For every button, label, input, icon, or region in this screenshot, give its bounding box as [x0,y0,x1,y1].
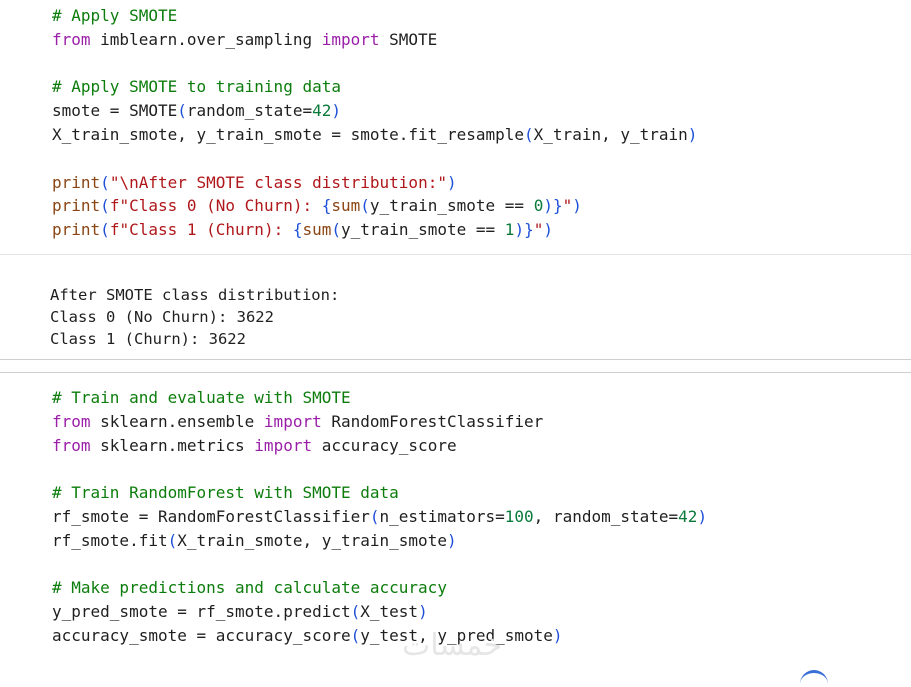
code-token: 0 [533,196,544,216]
code-token: y_pred_smote = rf_smote.predict [52,602,351,622]
code-token: y_train_smote == [341,220,505,240]
code-token: ) [446,530,457,550]
code-token: ( [331,220,342,240]
code-token: f"Class 0 (No Churn): [109,196,322,216]
code-token: RandomForestClassifier [321,411,544,431]
code-token: accuracy_score [312,435,457,455]
code-token: sum [331,196,361,216]
code-token: rf_smote.fit [52,530,168,550]
code-token: ( [350,602,361,622]
code-token: from [52,29,91,49]
code-token: SMOTE [379,29,438,49]
code-token: ) [331,101,342,121]
code-line: y_pred_smote = rf_smote.predict(X_test) [52,600,428,624]
code-token: X_train_smote, y_train_smote [177,530,447,550]
code-token: sklearn.ensemble [90,411,264,431]
code-token: ) [697,507,708,526]
code-line: print(f"Class 0 (No Churn): {sum(y_train… [52,194,582,218]
code-token: 42 [312,101,332,121]
code-line: rf_smote.fit(X_train_smote, y_train_smot… [52,529,457,553]
code-token: ) [687,125,698,144]
code-token: accuracy_smote = accuracy_score [52,626,351,645]
code-token: # Train and evaluate with SMOTE [52,388,351,407]
code-token: print [52,220,101,240]
code-token: y_train_smote == [369,196,534,216]
code-token: )} [543,196,563,216]
code-token: # Apply SMOTE to training data [52,77,341,97]
cell-divider [0,359,911,360]
code-token: random_state= [186,101,313,121]
code-line: smote = SMOTE(random_state=42) [52,99,341,123]
code-token: ) [446,172,457,192]
output-line: Class 0 (No Churn): 3622 [50,308,274,326]
code-token: from [52,411,91,431]
code-token: ( [167,530,178,550]
code-token: f"Class 1 (Churn): [109,220,293,240]
code-line: # Apply SMOTE [52,4,177,28]
output-line: After SMOTE class distribution: [50,286,340,304]
code-token: import [254,435,313,455]
code-line: from sklearn.metrics import accuracy_sco… [52,434,457,458]
code-token: )} [514,220,534,240]
code-token: rf_smote = RandomForestClassifier [52,507,370,526]
code-line: # Train RandomForest with SMOTE data [52,481,399,505]
code-token: smote = SMOTE [52,101,178,121]
code-token: " [562,196,573,216]
code-token: 42 [678,507,698,526]
code-token: sum [302,220,332,240]
code-token: X_train, y_train [533,125,688,144]
code-token: print [52,172,101,192]
code-token: imblearn.over_sampling [90,29,322,49]
code-token: ( [177,101,187,121]
code-token: ( [369,507,380,526]
code-token: ) [418,602,428,622]
code-line: from imblearn.over_sampling import SMOTE [52,28,437,52]
code-line: print("\nAfter SMOTE class distribution:… [52,171,457,195]
code-token: 1 [504,220,515,240]
code-token: ) [543,220,553,240]
code-line: rf_smote = RandomForestClassifier(n_esti… [52,505,707,529]
code-token: 100 [504,507,534,526]
code-token: { [321,196,332,216]
code-token: sklearn.metrics [90,435,255,455]
code-token: X_test [360,602,419,622]
code-token: ) [552,626,563,645]
code-line: from sklearn.ensemble import RandomFores… [52,410,543,434]
code-line: print(f"Class 1 (Churn): {sum(y_train_sm… [52,218,553,242]
code-token: print [52,196,101,216]
code-token: n_estimators= [379,507,505,526]
code-token: , random_state= [533,507,679,526]
code-token: # Train RandomForest with SMOTE data [52,483,399,503]
code-token: ( [350,626,361,645]
code-token: ( [360,196,370,216]
code-token: from [52,435,91,455]
code-token: "\nAfter SMOTE class distribution:" [109,172,447,192]
output-cell-smote: After SMOTE class distribution: Class 0 … [0,255,911,359]
output-line: Class 1 (Churn): 3622 [50,330,246,348]
code-token: " [533,220,544,240]
code-token: import [321,29,380,49]
code-line: # Apply SMOTE to training data [52,75,341,99]
code-token: # Apply SMOTE [52,6,178,25]
code-line: # Make predictions and calculate accurac… [52,576,447,600]
code-token: ) [572,196,582,216]
code-token: # Make predictions and calculate accurac… [52,578,447,598]
code-token: ( [100,172,110,192]
watermark-logo: خمسات [402,628,503,663]
code-line: X_train_smote, y_train_smote = smote.fit… [52,123,697,147]
code-cell-smote[interactable]: # Apply SMOTE from imblearn.over_sampling… [0,0,911,250]
code-line: # Train and evaluate with SMOTE [52,386,351,410]
code-token: X_train_smote, y_train_smote = smote.fit… [52,125,525,144]
code-token: import [263,411,322,431]
code-token: ( [100,196,110,216]
code-token: ( [524,125,534,144]
code-token: ( [100,220,110,240]
